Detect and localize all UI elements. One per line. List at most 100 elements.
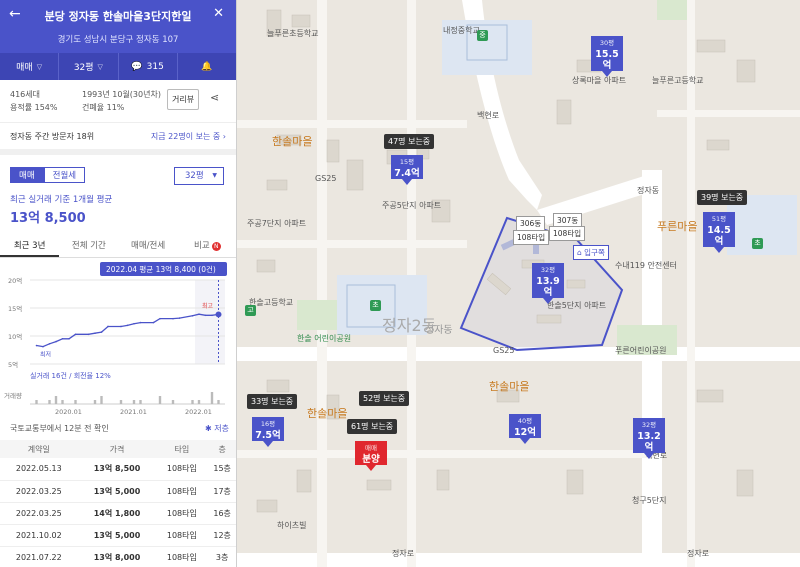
place-label: 푸른마을 <box>657 220 698 233</box>
floor-area-ratio: 용적률 154% <box>10 103 58 112</box>
table-row[interactable]: 2021.07.22 13억 8,000 108타입 3층 <box>0 546 236 567</box>
close-icon[interactable]: ✕ <box>213 7 224 21</box>
x-tick-label: 2022.01 <box>185 408 212 416</box>
volume-bar <box>119 400 123 404</box>
table-row[interactable]: 2022.03.25 13억 5,000 108타입 17층 <box>0 480 236 503</box>
viewers-bubble[interactable]: 33명 보는중 <box>247 394 298 409</box>
price-pin[interactable]: 51평 14.5억 <box>703 212 735 253</box>
poi-label: 수내119 안전센터 <box>615 261 677 270</box>
table-row[interactable]: 2022.03.25 14억 1,800 108타입 16층 <box>0 502 236 525</box>
avg-price: 13억 8,500 <box>10 211 86 226</box>
tab-sale[interactable]: 매매 <box>10 167 44 183</box>
column-header: 타입 <box>156 440 208 458</box>
recent-shade <box>195 280 225 364</box>
viewers-bubble[interactable]: 47명 보는중 <box>384 134 435 149</box>
avg-note: 최근 실거래 기준 1개월 평균 <box>10 195 113 205</box>
size-dropdown[interactable]: 32평 <box>174 167 224 185</box>
place-label: 늘푸른초등학교 <box>267 29 319 38</box>
data-point <box>100 331 103 333</box>
size-select[interactable]: 32평 ▽ <box>59 53 119 80</box>
table-cell: 16층 <box>207 502 236 525</box>
road-label: 백현로 <box>477 111 500 120</box>
complex-title: 분당 정자동 한솔마을3단지한일 <box>44 10 192 23</box>
tab-compare[interactable]: 비교 N <box>178 236 236 257</box>
presale-pin[interactable]: 매매 분양 <box>355 441 387 471</box>
data-source: 국토교통부에서 12분 전 확인 ✱ 저층 <box>10 424 229 433</box>
tab-all-period[interactable]: 전체 기간 <box>59 236 118 257</box>
comment-icon: 💬 <box>131 61 143 72</box>
highest-label: 최고 <box>202 302 214 310</box>
data-point <box>94 332 96 334</box>
map-view[interactable]: 정자동 정자2동 한솔마을 한솔마을 푸른마을 한솔마을 주공7단지 아파트 주… <box>237 0 800 567</box>
school-marker-icon: 초 <box>752 238 763 249</box>
data-point <box>74 333 77 336</box>
volume-bar <box>139 400 142 404</box>
volume-bar <box>74 400 77 404</box>
price-pin[interactable]: 30평 15.5억 <box>591 36 623 77</box>
table-cell: 108타입 <box>156 546 208 567</box>
data-point <box>61 338 64 340</box>
volume-bar <box>132 400 136 404</box>
building-type-label[interactable]: 108타입 <box>513 230 550 245</box>
place-label: 한솔5단지 아파트 <box>547 301 607 310</box>
viewers-bubble[interactable]: 52명 보는중 <box>359 391 410 406</box>
table-row[interactable]: 2022.05.13 13억 8,500 108타입 15층 <box>0 458 236 481</box>
tab-lease[interactable]: 전월세 <box>43 167 86 183</box>
chart-tooltip: 2022.04 평균 13억 8,400 (0건) <box>106 264 216 274</box>
volume-bar <box>93 400 97 404</box>
data-point <box>87 333 90 336</box>
y-tick-label: 20억 <box>8 277 22 285</box>
building-label[interactable]: 306동 <box>516 216 546 231</box>
low-floor-toggle[interactable]: ✱ 저층 <box>205 423 229 434</box>
table-cell: 2022.05.13 <box>0 458 78 481</box>
map-canvas[interactable]: 정자동 <box>237 0 800 567</box>
home-icon: ⌂ <box>577 248 582 257</box>
lowest-label: 최저 <box>40 351 51 359</box>
table-cell: 2021.07.22 <box>0 546 78 567</box>
district-label: 정자2동 <box>382 316 437 335</box>
price-chart[interactable]: 20억 15억 10억 5억 2022.04 평균 13억 8,400 (0건) 최고최저… <box>0 258 237 420</box>
store-label: GS25 <box>493 346 515 355</box>
building-type-label[interactable]: 108타입 <box>549 226 586 241</box>
road-label: 정자로 <box>687 549 710 558</box>
street-view-button[interactable]: 거리뷰 <box>167 89 200 110</box>
price-pin[interactable]: 40평 12억 <box>509 414 541 444</box>
price-pin[interactable]: 32평 13.2억 <box>633 418 665 459</box>
notification-button[interactable]: 🔔 <box>178 53 236 80</box>
data-point <box>198 313 200 315</box>
road-label: 정자로 <box>392 549 415 558</box>
data-point <box>126 324 129 327</box>
school-marker-icon: 중 <box>477 30 488 41</box>
entrance-label[interactable]: ⌂ 입구쪽 <box>573 245 609 260</box>
comments-button[interactable]: 💬 315 <box>119 53 178 80</box>
table-row[interactable]: 2021.10.02 13억 5,000 108타입 12층 <box>0 524 236 547</box>
volume-bar <box>191 400 194 404</box>
price-pin[interactable]: 16평 7.5억 <box>252 417 284 447</box>
side-panel: ← 분당 정자동 한솔마을3단지한일 ✕ 경기도 성남시 분당구 정자동 107… <box>0 0 237 567</box>
volume-bar <box>217 400 220 404</box>
table-cell: 17층 <box>207 480 236 503</box>
column-header: 가격 <box>77 440 157 458</box>
y-tick-label: 5억 <box>8 361 18 369</box>
table-cell: 2021.10.02 <box>0 524 78 547</box>
tab-sale-lease[interactable]: 매매/전세 <box>119 236 178 257</box>
trade-count: 실거래 16건 / 회전율 12% <box>30 371 111 380</box>
complex-address: 경기도 성남시 분당구 정자동 107 <box>57 35 179 45</box>
deal-type-tabs: 매매 전월세 <box>10 167 86 183</box>
volume-bar <box>54 396 58 404</box>
column-header: 층 <box>207 440 236 458</box>
table-cell: 13억 8,500 <box>77 458 157 481</box>
bell-icon: 🔔 <box>201 61 213 72</box>
viewers-link[interactable]: 지금 22명이 보는 중 › <box>151 131 226 142</box>
trade-type-select[interactable]: 매매 ▽ <box>0 53 60 80</box>
volume-bar <box>158 396 162 404</box>
place-label: 하이츠빌 <box>277 521 307 530</box>
viewers-bubble[interactable]: 61명 보는중 <box>347 419 398 434</box>
units-count: 416세대 <box>10 90 40 99</box>
share-icon[interactable]: ⋖ <box>210 91 219 104</box>
price-pin[interactable]: 15평 7.4억 <box>391 155 423 185</box>
price-pin[interactable]: 32평 13.9억 <box>532 263 564 304</box>
tab-recent-3y[interactable]: 최근 3년 <box>0 236 60 257</box>
volume-bar <box>35 400 38 404</box>
viewers-bubble[interactable]: 39명 보는중 <box>697 190 748 205</box>
